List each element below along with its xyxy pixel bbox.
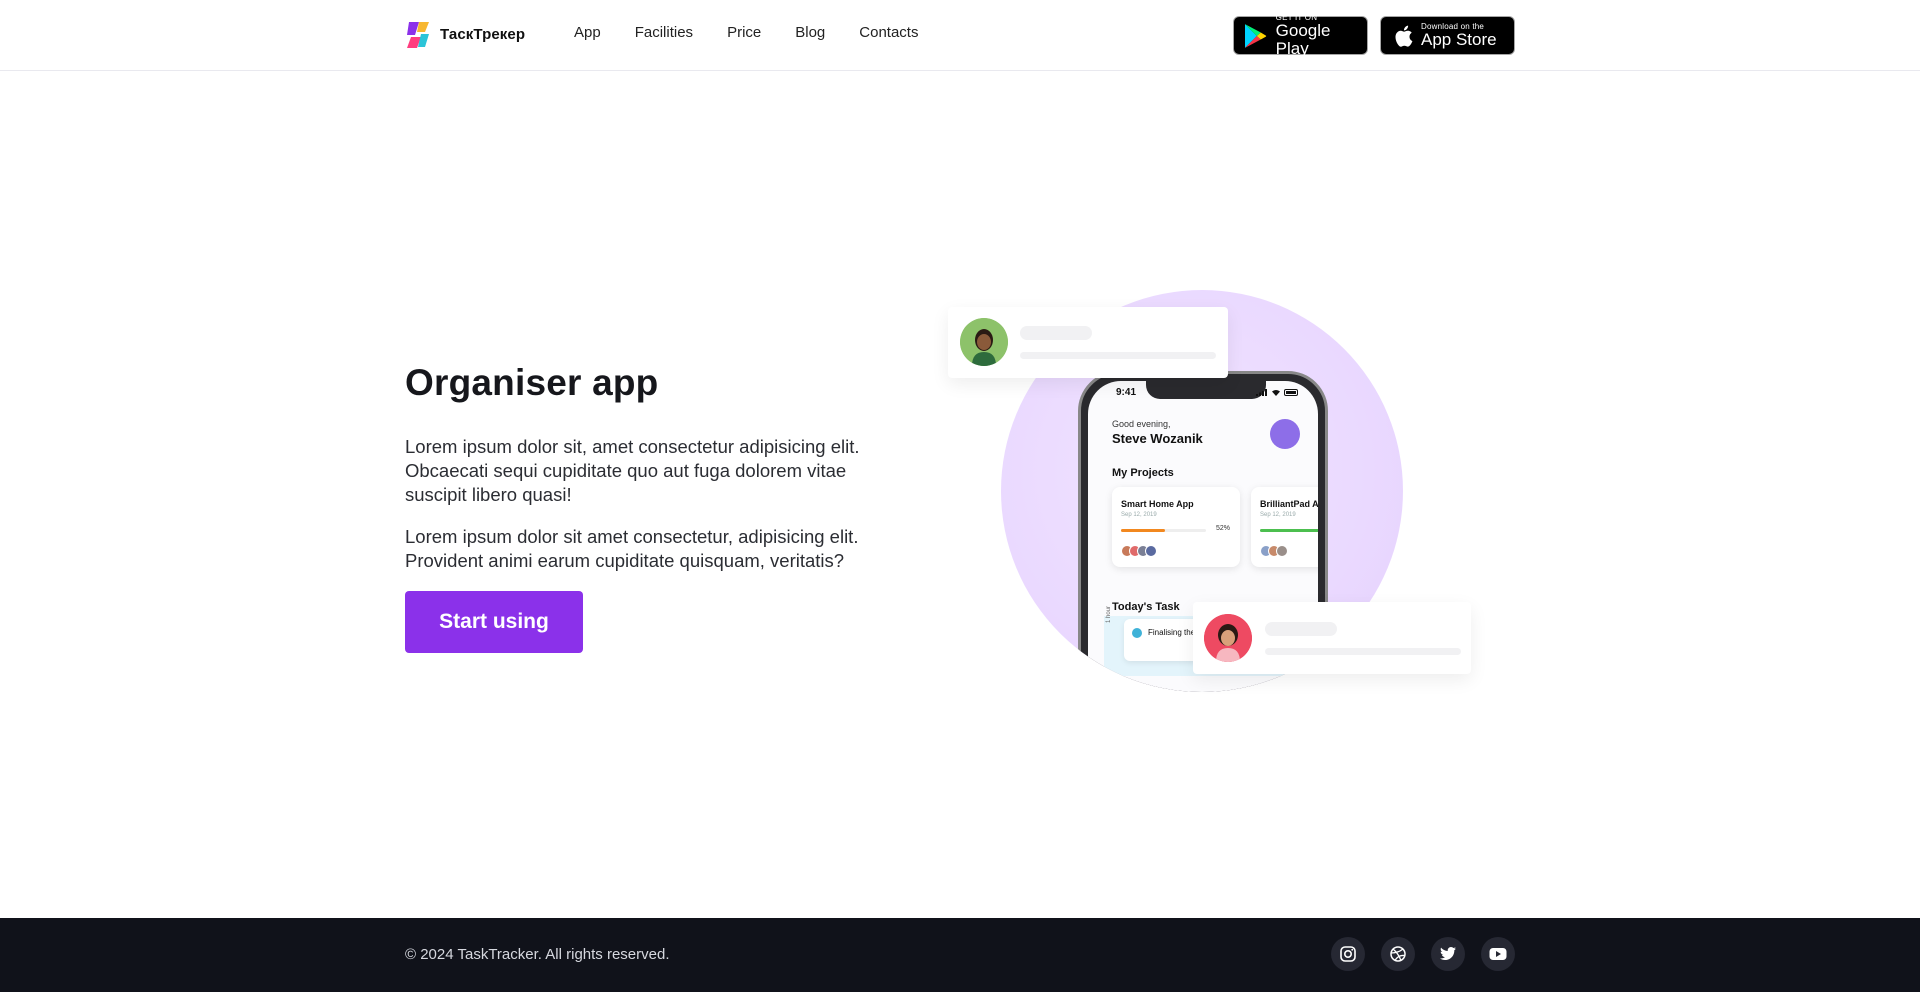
phone-greeting: Good evening, [1112,419,1171,429]
signal-icon [1256,389,1267,396]
phone-time: 9:41 [1116,387,1137,398]
phone-notch [1146,381,1266,399]
nav-app[interactable]: App [574,24,601,41]
hero-title: Organiser app [405,362,659,403]
avatar [1204,614,1252,662]
project-progress-label: 52% [1215,525,1230,532]
twitter-icon[interactable] [1431,937,1465,971]
battery-icon [1284,389,1298,396]
google-play-icon [1244,23,1267,48]
google-play-big-text: Google Play [1275,21,1331,58]
start-using-button[interactable]: Start using [405,591,583,653]
check-icon [1132,628,1142,638]
social-links [1331,937,1515,971]
app-store-big-text: App Store [1421,30,1497,49]
project-name: BrilliantPad A [1260,499,1318,509]
copyright-text: © 2024 TaskTracker. All rights reserved. [405,946,670,963]
project-members [1121,545,1157,557]
wifi-icon [1272,390,1280,396]
nav-contacts[interactable]: Contacts [859,24,918,41]
phone-status-icons [1256,389,1300,396]
avatar-illustration-icon [960,318,1008,366]
logo-icon [407,22,429,48]
project-name: Smart Home App [1121,499,1194,509]
logo[interactable]: ТаскТрекер [405,20,525,49]
site-footer: © 2024 TaskTracker. All rights reserved. [0,918,1920,992]
phone-today-heading: Today's Task [1112,601,1180,613]
task-hour-label: 1 hour [1106,605,1112,623]
project-card[interactable]: BrilliantPad A Sep 12, 2019 [1251,487,1318,567]
phone-user-name: Steve Wozanik [1112,431,1203,446]
project-date: Sep 12, 2019 [1260,512,1296,518]
instagram-icon[interactable] [1331,937,1365,971]
nav-price[interactable]: Price [727,24,761,41]
site-header: ТаскТрекер App Facilities Price Blog Con… [0,0,1920,71]
google-play-button[interactable]: GET IT ON Google Play [1233,13,1368,58]
nav-facilities[interactable]: Facilities [635,24,693,41]
placeholder-line [1020,326,1092,340]
project-progress-bar [1260,529,1318,532]
floating-user-card [948,307,1228,378]
nav-blog[interactable]: Blog [795,24,825,41]
avatar [960,318,1008,366]
youtube-icon[interactable] [1481,937,1515,971]
project-progress-fill [1260,529,1318,532]
app-store-button[interactable]: Download on the App Store [1380,16,1515,55]
hero-paragraph-2: Lorem ipsum dolor sit amet consectetur, … [405,526,859,571]
phone-avatar[interactable] [1270,419,1300,449]
project-date: Sep 12, 2019 [1121,512,1157,518]
phone-projects-heading: My Projects [1112,467,1174,479]
floating-user-card [1193,602,1471,674]
project-members [1260,545,1288,557]
project-card[interactable]: Smart Home App Sep 12, 2019 52% [1112,487,1240,567]
avatar-illustration-icon [1204,614,1252,662]
hero-paragraph-1: Lorem ipsum dolor sit, amet consectetur … [405,436,860,505]
main-nav: App Facilities Price Blog Contacts [574,24,952,41]
project-progress-fill [1121,529,1166,532]
placeholder-line [1020,352,1216,359]
apple-icon [1395,25,1413,47]
logo-text: ТаскТрекер [440,26,526,43]
placeholder-line [1265,648,1461,655]
placeholder-line [1265,622,1337,636]
project-progress-bar [1121,529,1206,532]
dribbble-icon[interactable] [1381,937,1415,971]
